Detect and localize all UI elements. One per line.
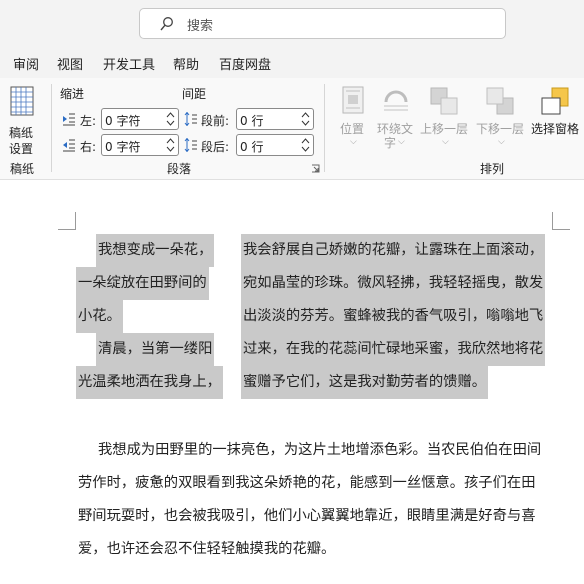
group-divider <box>324 84 325 172</box>
spacing-after-spinner[interactable]: 0 行 <box>236 134 314 156</box>
indent-right-label: 右: <box>80 140 97 154</box>
wrap-text-button[interactable]: 环绕文 字 ⌵ <box>376 84 416 154</box>
paper-setup-label-1: 稿纸 <box>9 126 34 140</box>
indent-left-label: 左: <box>80 114 97 128</box>
spacing-before-label: 段前: <box>201 114 230 128</box>
indent-right-icon <box>63 139 75 152</box>
title-bar: 搜索 <box>0 0 584 48</box>
wrap-text-label-2: 字 <box>384 136 397 150</box>
tab-developer[interactable]: 开发工具 <box>103 54 155 73</box>
text-line: 清晨，当第一缕阳 <box>96 333 215 366</box>
text-line: 宛如晶莹的珍珠。微风轻拂，我轻轻摇曳，散发 <box>241 267 546 300</box>
spinner-arrows-icon[interactable] <box>166 110 175 128</box>
menu-bar: 审阅 视图 开发工具 帮助 百度网盘 <box>0 48 584 78</box>
text-line: 小花。 <box>76 300 123 333</box>
chevron-down-icon: ⌵ <box>498 137 505 147</box>
search-placeholder: 搜索 <box>187 19 214 34</box>
selection-pane-button[interactable]: 选择窗格 <box>530 84 584 144</box>
paper-group-label: 稿纸 <box>10 162 35 176</box>
send-backward-icon <box>486 87 514 115</box>
chevron-down-icon: ⌵ <box>398 137 405 147</box>
text-line: 野间玩耍时，也会被我吸引，他们小心翼翼地靠近，眼睛里满是好奇与喜 <box>78 508 536 524</box>
text-line: 爱，也许还会忍不住轻轻触摸我的花瓣。 <box>78 541 336 557</box>
spacing-after-icon <box>184 138 197 152</box>
search-box[interactable]: 搜索 <box>139 8 506 39</box>
bring-forward-label: 上移一层 <box>420 122 469 136</box>
spinner-arrows-icon[interactable] <box>301 110 310 128</box>
text-line: 我想变成一朵花， <box>96 234 215 267</box>
spacing-before-spinner[interactable]: 0 行 <box>236 108 314 130</box>
indent-right-value: 0 字符 <box>105 140 141 154</box>
spacing-after-label: 段后: <box>201 140 230 154</box>
position-label: 位置 <box>340 122 365 136</box>
document-page[interactable]: 我想变成一朵花， 一朵绽放在田野间的 小花。 清晨，当第一缕阳 光温柔地洒在我身… <box>0 181 584 584</box>
text-line: 过来，在我的花蕊间忙碌地采蜜，我欣然地将花 <box>241 333 546 366</box>
spacing-after-value: 0 行 <box>240 140 264 154</box>
dialog-launcher-icon[interactable] <box>311 164 320 173</box>
spacing-title: 间距 <box>182 87 207 101</box>
tab-view[interactable]: 视图 <box>57 54 83 73</box>
position-icon <box>342 86 364 114</box>
arrange-group-label: 排列 <box>480 162 505 176</box>
send-backward-button[interactable]: 下移一层 ⌵ <box>474 84 526 154</box>
text-line: 光温柔地洒在我身上， <box>76 366 223 399</box>
text-line: 一朵绽放在田野间的 <box>76 267 209 300</box>
indent-left-icon <box>63 113 75 126</box>
text-line: 我会舒展自己娇嫩的花瓣，让露珠在上面滚动， <box>241 234 546 267</box>
group-divider <box>51 84 52 172</box>
search-icon <box>160 17 173 31</box>
tab-help[interactable]: 帮助 <box>173 54 199 73</box>
chevron-down-icon: ⌵ <box>442 137 449 147</box>
ribbon: 稿纸 设置 稿纸 缩进 间距 左: 0 字符 右: 0 字符 段前: 0 行 段… <box>0 78 584 180</box>
text-line: 蜜赠予它们，这是我对勤劳者的馈赠。 <box>241 366 489 399</box>
indent-right-spinner[interactable]: 0 字符 <box>101 134 179 156</box>
paper-setup-button[interactable]: 稿纸 设置 <box>4 84 44 156</box>
spinner-arrows-icon[interactable] <box>166 136 175 154</box>
bring-forward-icon <box>430 87 458 115</box>
document-text[interactable]: 我想变成一朵花， 一朵绽放在田野间的 小花。 清晨，当第一缕阳 光温柔地洒在我身… <box>0 181 584 584</box>
manuscript-paper-icon <box>10 86 34 116</box>
wrap-text-icon <box>384 90 408 111</box>
paper-setup-label-2: 设置 <box>9 142 34 156</box>
bring-forward-button[interactable]: 上移一层 ⌵ <box>418 84 470 154</box>
indent-left-value: 0 字符 <box>105 114 141 128</box>
selection-pane-icon <box>541 87 569 115</box>
paragraph-group-label: 段落 <box>167 162 192 176</box>
spacing-before-value: 0 行 <box>240 114 264 128</box>
tab-review[interactable]: 审阅 <box>13 54 39 73</box>
selection-pane-label: 选择窗格 <box>531 122 580 136</box>
spacing-before-icon <box>184 112 197 126</box>
tab-baidu-netdisk[interactable]: 百度网盘 <box>219 54 271 73</box>
chevron-down-icon: ⌵ <box>350 137 357 147</box>
position-button[interactable]: 位置 ⌵ <box>335 84 371 154</box>
text-line: 劳作时，疲惫的双眼看到我这朵娇艳的花，能感到一丝惬意。孩子们在田 <box>78 475 536 491</box>
indent-left-spinner[interactable]: 0 字符 <box>101 108 179 130</box>
spinner-arrows-icon[interactable] <box>301 136 310 154</box>
indent-title: 缩进 <box>60 87 85 101</box>
send-backward-label: 下移一层 <box>476 122 525 136</box>
text-line: 出淡淡的芬芳。蜜蜂被我的香气吸引，嗡嗡地飞 <box>241 300 546 333</box>
text-line: 我想成为田野里的一抹亮色，为这片土地增添色彩。当农民伯伯在田间 <box>98 442 542 458</box>
